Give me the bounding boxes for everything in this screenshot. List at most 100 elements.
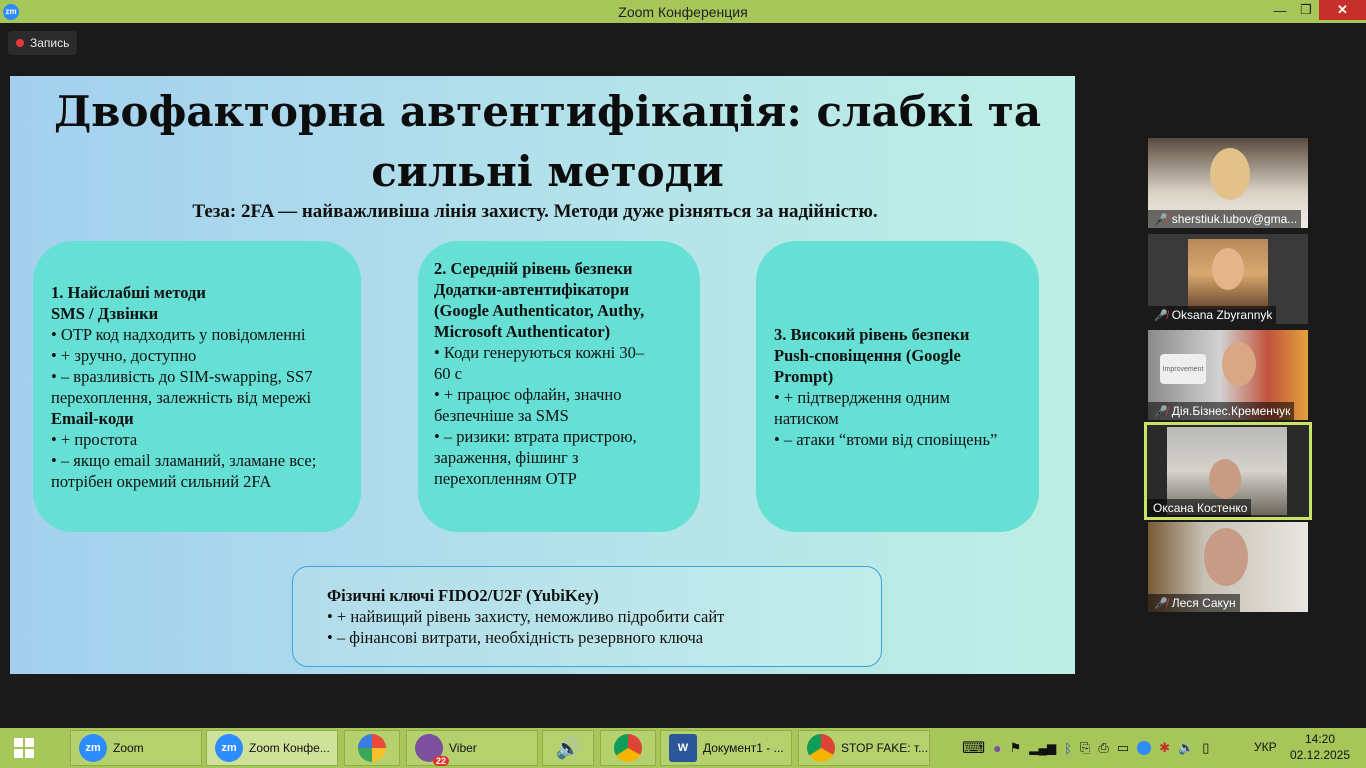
strong-methods-box: 3. Високий рівень безпеки Push-сповіщенн… — [756, 241, 1039, 532]
box2-line: (Google Authenticator, Authy, — [434, 301, 645, 320]
close-button[interactable]: ✕ — [1319, 0, 1366, 20]
mic-muted-icon: 🎤̸ — [1154, 213, 1168, 226]
taskbar-app-chrome[interactable] — [600, 730, 656, 766]
box4-line: Фізичні ключі FIDO2/U2F (YubiKey) — [327, 586, 599, 605]
participant-tile[interactable]: 🎤̸ sherstiuk.lubov@gma... — [1148, 138, 1308, 228]
printer-icon[interactable]: ⎙ — [1098, 740, 1108, 756]
clock-date: 02.12.2025 — [1289, 748, 1351, 762]
viber-icon: 22 — [415, 734, 449, 766]
window-title: Zoom Конференция — [618, 3, 748, 20]
box2-line: Microsoft Authenticator) — [434, 322, 611, 341]
taskbar-app-volume-mixer[interactable]: 🔊 — [542, 730, 594, 766]
box1-line: • + простота — [51, 429, 138, 449]
mic-muted-icon: 🎤̸ — [1154, 597, 1168, 610]
start-button[interactable] — [0, 728, 48, 768]
chrome-icon — [807, 734, 835, 762]
viber-tray-icon[interactable]: ● — [993, 740, 1001, 756]
participant-tile[interactable]: 🎤̸ Oksana Zbyrannyk — [1148, 234, 1308, 324]
whiteboard-sign: Improvement — [1160, 354, 1206, 384]
battery-icon[interactable]: ▯ — [1202, 740, 1209, 756]
taskbar-app-picasa[interactable] — [344, 730, 400, 766]
maximize-button[interactable]: ❐ — [1293, 0, 1319, 20]
box3-line: Push-сповіщення (Google — [774, 345, 961, 365]
box1-line: Email-коди — [51, 408, 134, 428]
participant-tile[interactable]: 🎤̸ Леся Сакун — [1148, 522, 1308, 612]
participant-name: 🎤̸ Леся Сакун — [1148, 594, 1240, 612]
participant-name-label: Оксана Костенко — [1153, 501, 1248, 515]
taskbar-app-label: Viber — [449, 741, 477, 755]
box1-line: SMS / Дзвінки — [51, 303, 159, 323]
taskbar-app-word[interactable]: W Документ1 - ... — [660, 730, 792, 766]
zoom-tray-icon[interactable] — [1137, 741, 1152, 755]
volume-icon[interactable]: 🔉 — [1178, 740, 1194, 756]
mic-muted-icon: 🎤̸ — [1154, 309, 1168, 322]
slide-title: Двофакторна автентифікація: слабкі та си… — [10, 82, 1075, 202]
flag-icon[interactable]: ⚑ — [1010, 740, 1022, 756]
window-titlebar[interactable]: zm Zoom Конференция — ❐ ✕ — [0, 0, 1366, 23]
box2-line: зараження, фішинг з — [434, 448, 579, 467]
recording-indicator[interactable]: Запись — [8, 31, 78, 55]
shared-screen-slide: Двофакторна автентифікація: слабкі та си… — [10, 76, 1075, 674]
language-indicator[interactable]: УКР — [1254, 740, 1277, 754]
taskbar-app-zoom-meeting[interactable]: zm Zoom Конфе... — [206, 730, 338, 766]
box1-line: • – якщо email зламаний, зламане все; — [51, 450, 317, 470]
participant-name-label: sherstiuk.lubov@gma... — [1171, 212, 1298, 226]
participant-face — [1209, 459, 1241, 499]
clock-time: 14:20 — [1304, 732, 1336, 746]
taskbar-app-chrome-window[interactable]: STOP FAKE: т... — [798, 730, 930, 766]
participant-name: 🎤̸ Дія.Бізнес.Кременчук — [1148, 402, 1295, 420]
slide-title-line-1: Двофакторна автентифікація: слабкі та — [53, 87, 1042, 136]
zoom-icon: zm — [79, 734, 107, 762]
box3-line: • + підтвердження одним — [774, 387, 950, 407]
box1-line: потрібен окремий сильний 2FA — [51, 471, 272, 491]
windows-taskbar: zm Zoom zm Zoom Конфе... 22 Viber 🔊 W До… — [0, 728, 1366, 768]
participant-name: Оксана Костенко — [1147, 499, 1252, 517]
display-icon[interactable]: ▭ — [1117, 740, 1129, 756]
box3-line: 3. Високий рівень безпеки — [774, 324, 970, 344]
window-controls: — ❐ ✕ — [1267, 0, 1366, 20]
viber-badge: 22 — [432, 756, 449, 766]
slide-thesis: Теза: 2FA — найважливіша лінія захисту. … — [192, 201, 878, 222]
meeting-area: Запись Двофакторна автентифікація: слабк… — [0, 23, 1366, 728]
box2-line: безпечніше за SMS — [434, 406, 569, 425]
taskbar-app-viber[interactable]: 22 Viber — [406, 730, 538, 766]
participant-tile-active[interactable]: Оксана Костенко — [1144, 422, 1312, 520]
participant-name: 🎤̸ sherstiuk.lubov@gma... — [1148, 210, 1302, 228]
mic-muted-icon: 🎤̸ — [1154, 405, 1168, 418]
signal-icon[interactable]: ▂▄▆ — [1029, 741, 1056, 755]
picasa-icon — [358, 734, 386, 762]
participant-face — [1204, 528, 1248, 586]
record-dot-icon — [16, 39, 24, 47]
box1-line: 1. Найслабші методи — [51, 282, 206, 302]
taskbar-app-zoom[interactable]: zm Zoom — [70, 730, 202, 766]
participant-face — [1222, 342, 1256, 386]
participant-tile[interactable]: Improvement 🎤̸ Дія.Бізнес.Кременчук — [1148, 330, 1308, 420]
taskbar-app-label: Zoom — [113, 741, 144, 755]
box3-line: Prompt) — [774, 366, 834, 386]
recording-label: Запись — [30, 36, 70, 50]
bluetooth-icon[interactable]: ᛒ — [1064, 741, 1072, 756]
box1-line: • + зручно, доступно — [51, 345, 197, 365]
participant-name-label: Леся Сакун — [1171, 596, 1236, 610]
system-tray: ⌨ ● ⚑ ▂▄▆ ᛒ ⎘ ⎙ ▭ ✱ 🔉 ▯ — [962, 728, 1209, 768]
usb-icon[interactable]: ⎘ — [1080, 740, 1090, 756]
minimize-button[interactable]: — — [1267, 0, 1293, 20]
box1-line: перехоплення, залежність від мережі — [51, 387, 312, 407]
box4-line: • – фінансові витрати, необхідність резе… — [327, 628, 704, 647]
box2-line: 2. Середній рівень безпеки — [434, 259, 633, 278]
slide-title-line-2: сильні методи — [371, 147, 724, 196]
taskbar-app-label: Документ1 - ... — [703, 741, 784, 755]
speaker-icon: 🔊 — [555, 737, 581, 760]
word-icon: W — [669, 734, 697, 762]
box1-line: • – вразливість до SIM-swapping, SS7 — [51, 366, 313, 386]
box4-line: • + найвищий рівень захисту, неможливо п… — [327, 607, 725, 626]
zoom-logo-icon: zm — [3, 3, 19, 20]
box1-line: • OTP код надходить у повідомленні — [51, 324, 306, 344]
taskbar-app-label: STOP FAKE: т... — [841, 741, 929, 755]
participant-name: 🎤̸ Oksana Zbyrannyk — [1148, 306, 1277, 324]
hardware-keys-box: Фізичні ключі FIDO2/U2F (YubiKey) • + на… — [292, 566, 882, 667]
pdf-icon[interactable]: ✱ — [1159, 740, 1170, 756]
taskbar-clock[interactable]: 14:20 02.12.2025 — [1286, 731, 1354, 763]
keyboard-icon[interactable]: ⌨ — [962, 738, 985, 758]
box2-line: • – ризики: втрата пристрою, — [434, 427, 637, 446]
